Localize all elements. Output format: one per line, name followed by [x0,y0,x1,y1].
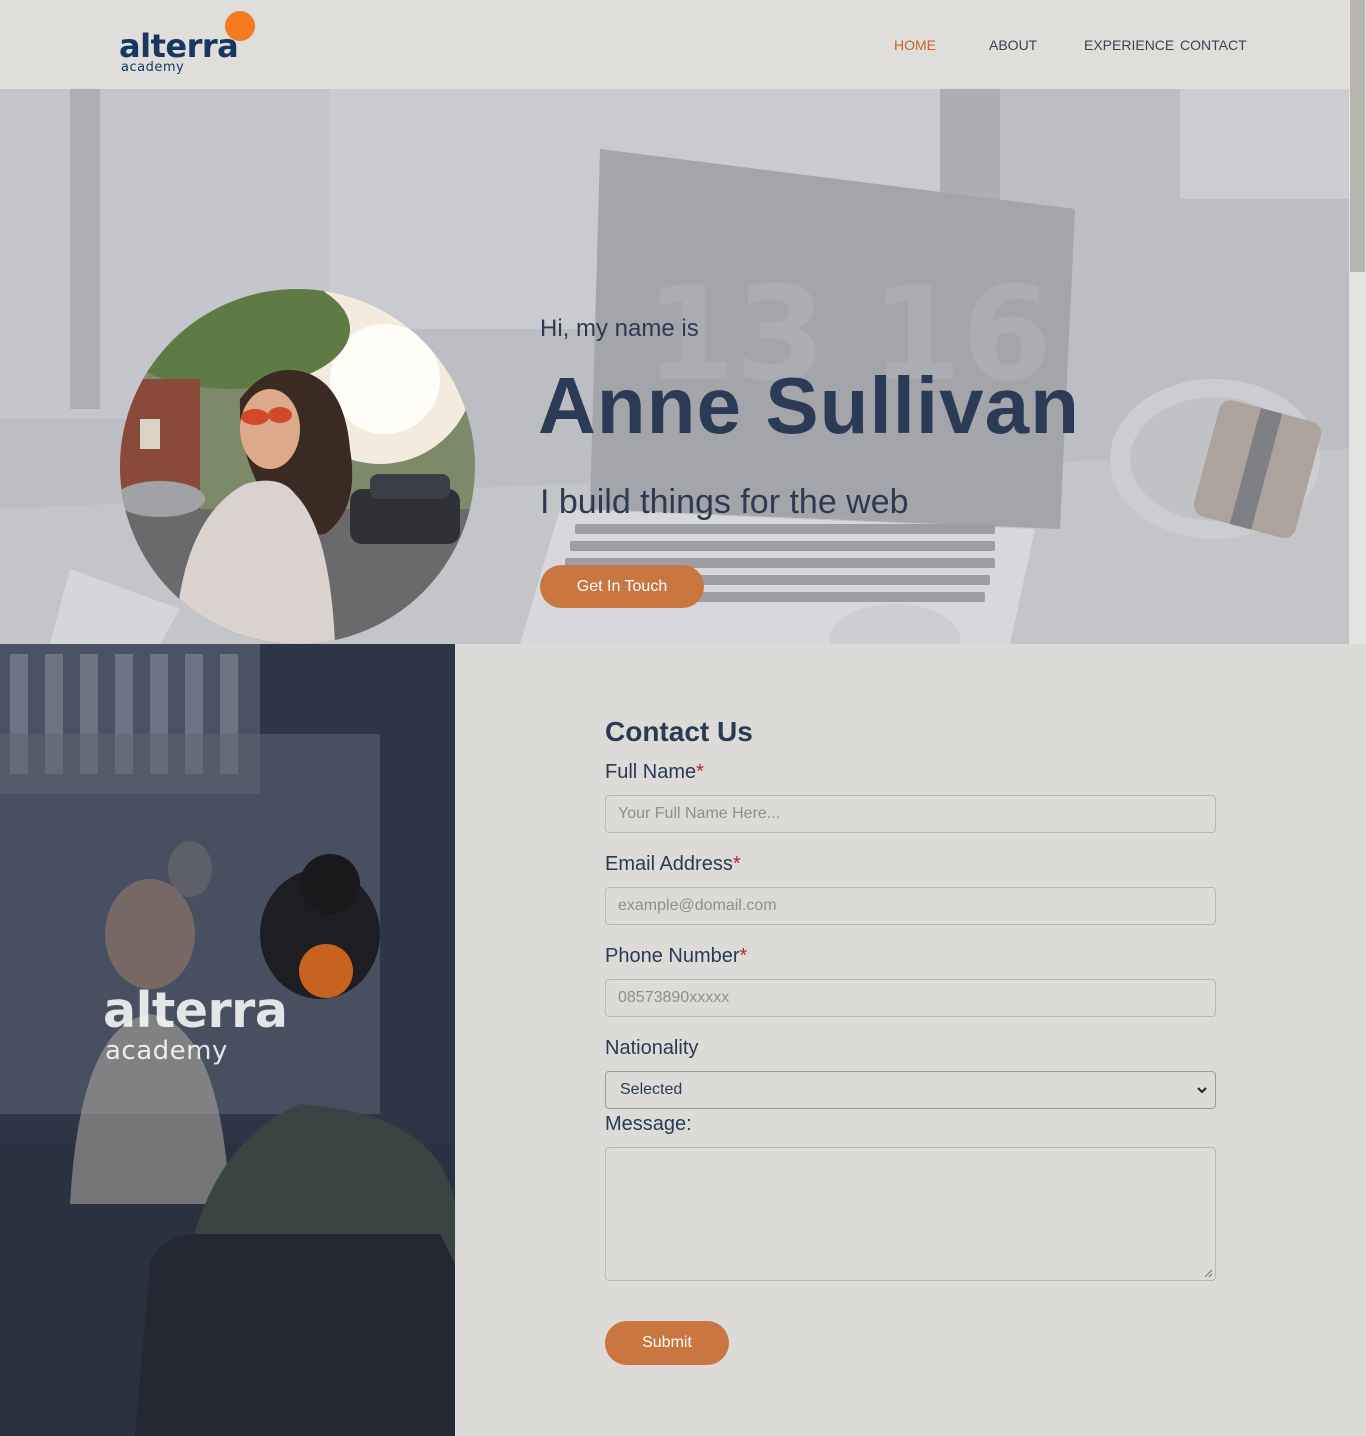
side-logo-word: alterra [103,982,288,1039]
nationality-label: Nationality [605,1037,699,1059]
message-label: Message: [605,1113,692,1135]
nav-about[interactable]: ABOUT [989,38,1037,52]
nationality-selected-value: Selected [620,1081,683,1098]
contact-title: Contact Us [605,716,753,747]
logo-sub: academy [121,60,185,75]
required-asterisk: * [696,761,704,783]
message-textarea[interactable] [605,1147,1216,1281]
hero-tagline: I build things for the web [540,483,909,521]
get-in-touch-button[interactable]: Get In Touch [540,565,704,608]
profile-photo [120,289,475,644]
nationality-select[interactable]: Selected [605,1071,1216,1109]
site-header: alterra academy HOME ABOUT EXPERIENCE CO… [0,0,1349,89]
side-photo-panel: alterra academy [0,644,455,1436]
required-asterisk: * [739,945,748,967]
required-asterisk: * [732,853,741,875]
scrollbar-thumb[interactable] [1350,0,1365,272]
alterra-logo[interactable]: alterra academy [119,10,259,78]
email-label: Email Address* [605,853,741,875]
side-logo-dot [299,944,353,998]
logo-word: alterra [119,27,239,65]
side-alterra-logo: alterra academy [103,944,363,1074]
hero-section: 13 16 Hi, my name is Anne Sullivan I bui… [0,89,1349,644]
nav-home[interactable]: HOME [894,38,936,52]
hero-name: Anne Sullivan [538,361,1080,450]
full-name-input[interactable] [605,795,1216,833]
hero-greeting: Hi, my name is [540,315,699,342]
chevron-down-icon [1197,1087,1207,1094]
phone-input[interactable] [605,979,1216,1017]
contact-form-section: Contact Us Full Name* Email Address* Pho… [455,644,1366,1436]
side-logo-sub: academy [105,1036,228,1066]
full-name-label: Full Name* [605,761,704,783]
resize-handle-icon[interactable] [1204,1269,1213,1278]
page-scrollbar[interactable] [1349,0,1366,644]
phone-label: Phone Number* [605,945,748,967]
nav-experience[interactable]: EXPERIENCE [1084,38,1174,52]
email-input[interactable] [605,887,1216,925]
submit-button[interactable]: Submit [605,1321,729,1365]
nav-contact[interactable]: CONTACT [1180,38,1247,52]
